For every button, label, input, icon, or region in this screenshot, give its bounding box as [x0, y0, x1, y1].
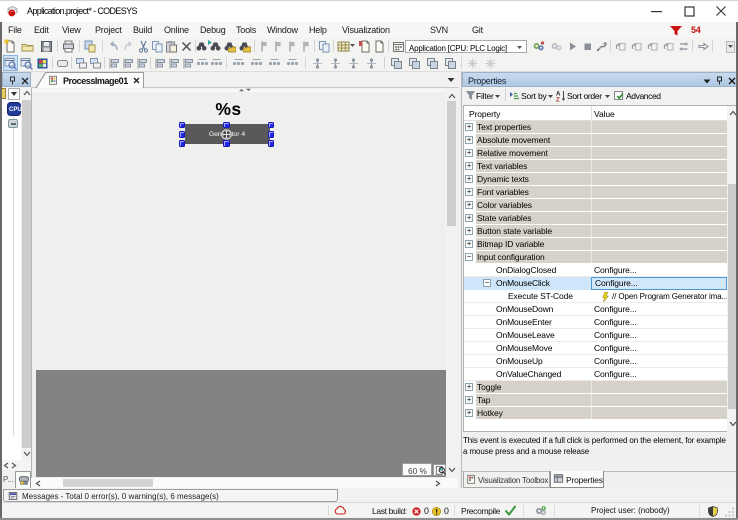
- svg-text:Z: Z: [556, 97, 560, 102]
